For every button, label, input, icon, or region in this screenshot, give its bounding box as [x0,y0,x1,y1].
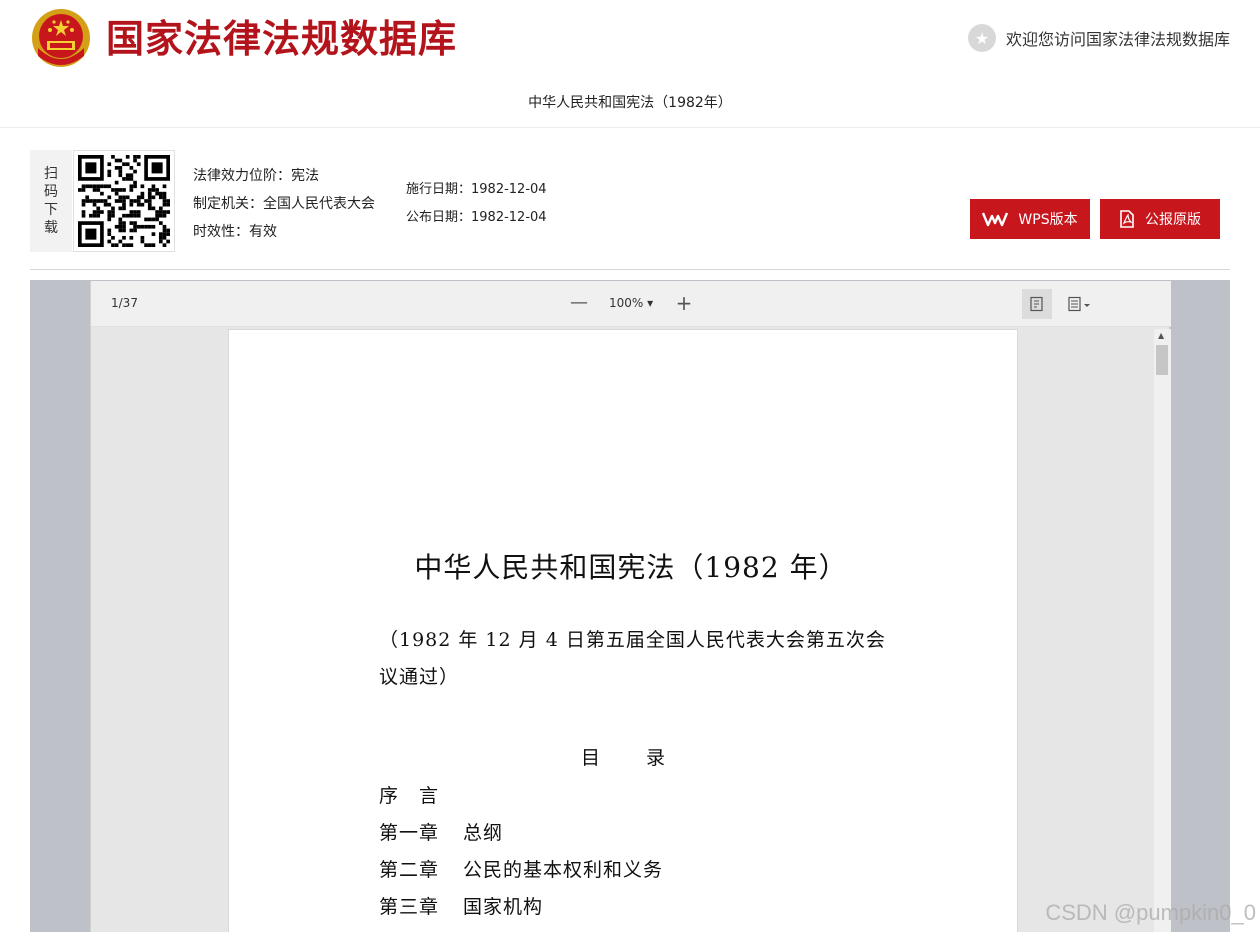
page-count: 1/37 [111,296,138,310]
qr-code [73,150,175,252]
toc-chapter: 第一章 [379,822,440,844]
wps-icon [982,211,1009,227]
page-view-icon [1030,296,1043,312]
meta-publish-date: 公布日期：1982-12-04 [406,210,547,225]
vertical-scrollbar[interactable]: ▲ [1154,329,1171,932]
zoom-value: 100% [609,296,644,310]
scroll-up-icon[interactable]: ▲ [1158,331,1164,340]
zoom-select[interactable]: 100% ▾ [609,296,653,310]
wps-label: WPS版本 [1018,212,1078,228]
divider [30,269,1230,270]
meta-authority: 制定机关：全国人民代表大会 [193,196,375,212]
qr-code-image [78,155,170,247]
watermark: CSDN @pumpkin0_0 [1045,900,1256,925]
scan-label-char: 码 [44,184,58,200]
meta-effective-date: 施行日期：1982-12-04 [406,182,547,197]
law-name-heading: 中华人民共和国宪法（1982年） [528,95,732,111]
scan-label-char: 扫 [44,166,58,182]
toc-name: 公民的基本权利和义务 [463,859,664,881]
scan-label-char: 下 [44,202,58,218]
wps-version-button[interactable]: WPS版本 [970,199,1090,239]
toc-name: 国家机构 [463,896,544,918]
page-view-button[interactable] [1022,289,1052,319]
scan-label-char: 载 [44,220,58,236]
welcome-text: 欢迎您访问国家法律法规数据库 [1005,30,1230,49]
toc-item: 第二章 公民的基本权利和义务 [379,852,663,889]
meta-right: 施行日期：1982-12-04 公布日期：1982-12-04 [406,176,547,232]
gazette-original-button[interactable]: 公报原版 [1100,199,1220,239]
toc-item: 第一章 总纲 [379,815,663,852]
document-subtitle: （1982 年 12 月 4 日第五届全国人民代表大会第五次会议通过） [379,629,886,688]
star-icon: ★ [967,24,996,52]
toc-item: 序 言 [379,778,663,815]
table-of-contents: 序 言 第一章 总纲 第二章 公民的基本权利和义务 第三章 国家机构 [379,778,663,926]
layout-menu-button[interactable] [1063,289,1097,319]
layout-menu-icon [1068,296,1090,312]
toc-chapter: 序 言 [379,785,440,807]
site-title[interactable]: 国家法律法规数据库 [106,14,457,64]
document-page: 中华人民共和国宪法（1982 年） （1982 年 12 月 4 日第五届全国人… [228,329,1018,932]
document-title: 中华人民共和国宪法（1982 年） [414,551,848,584]
zoom-out-button[interactable]: — [569,291,589,315]
document-viewer: 1/37 — 100% ▾ + 中华人民共和国宪法（1982 年） （1982 … [90,281,1171,932]
viewer-toolbar: 1/37 — 100% ▾ + [91,281,1171,327]
national-emblem-icon [32,9,90,67]
meta-left: 法律效力位阶：宪法 制定机关：全国人民代表大会 时效性：有效 [193,162,375,246]
welcome-message: ★ 欢迎您访问国家法律法规数据库 [967,24,1230,52]
scrollbar-thumb[interactable] [1156,345,1168,375]
chevron-down-icon: ▾ [643,296,654,310]
site-header: 国家法律法规数据库 ★ 欢迎您访问国家法律法规数据库 中华人民共和国宪法（198… [0,0,1260,128]
toc-name: 总纲 [463,822,504,844]
law-info-panel: 扫 码 下 载 法律效力位阶：宪法 制定机关：全国人民代表大会 时效性：有效 施… [30,150,1230,252]
toc-chapter: 第二章 [379,859,440,881]
pdf-label: 公报原版 [1145,212,1201,228]
toc-heading: 目 录 [580,747,666,769]
meta-level: 法律效力位阶：宪法 [193,168,319,184]
toc-chapter: 第三章 [379,896,440,918]
toc-item: 第三章 国家机构 [379,889,663,926]
meta-validity: 时效性：有效 [193,224,277,240]
scan-download-label: 扫 码 下 载 [30,150,72,252]
pdf-icon [1119,210,1135,228]
zoom-in-button[interactable]: + [673,291,695,315]
